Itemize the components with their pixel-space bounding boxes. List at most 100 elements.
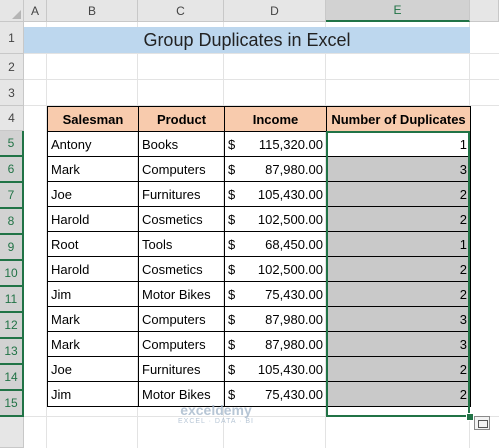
column-header-e[interactable]: E [326,0,470,22]
income-cell[interactable]: $75,430.00 [224,381,327,407]
table-row: Mark Computers $87,980.00 3 [47,156,471,182]
table-row: Root Tools $68,450.00 1 [47,231,471,257]
duplicates-cell[interactable]: 2 [326,281,471,307]
salesman-cell[interactable]: Mark [47,331,139,357]
product-cell[interactable]: Computers [138,331,225,357]
currency-symbol: $ [228,186,236,202]
row-header-3[interactable]: 3 [0,80,24,106]
salesman-cell[interactable]: Harold [47,256,139,282]
table-header-row: Salesman Product Income Number of Duplic… [47,106,471,132]
row-header-12[interactable]: 12 [0,313,24,339]
duplicates-cell[interactable]: 2 [326,206,471,232]
duplicates-cell[interactable]: 2 [326,381,471,407]
income-cell[interactable]: $87,980.00 [224,156,327,182]
duplicates-cell[interactable]: 1 [326,231,471,257]
income-amount: 102,500.00 [257,211,323,227]
salesman-cell[interactable]: Jim [47,381,139,407]
product-cell[interactable]: Tools [138,231,225,257]
income-cell[interactable]: $102,500.00 [224,256,327,282]
duplicates-cell[interactable]: 3 [326,306,471,332]
header-salesman[interactable]: Salesman [47,106,139,132]
header-product[interactable]: Product [138,106,225,132]
row-header-5[interactable]: 5 [0,131,24,157]
row-header-label: 12 [4,318,18,332]
row-header-blank[interactable] [0,417,24,448]
salesman-cell[interactable]: Joe [47,356,139,382]
quick-analysis-icon[interactable] [474,416,490,430]
data-table: Salesman Product Income Number of Duplic… [47,106,471,407]
currency-symbol: $ [228,386,236,402]
income-cell[interactable]: $87,980.00 [224,306,327,332]
header-income[interactable]: Income [224,106,327,132]
column-header-d[interactable]: D [224,0,326,22]
product-cell[interactable]: Books [138,131,225,157]
row-header-1[interactable]: 1 [0,22,24,54]
salesman-cell[interactable]: Jim [47,281,139,307]
income-cell[interactable]: $115,320.00 [224,131,327,157]
row-header-8[interactable]: 8 [0,209,24,235]
fill-handle[interactable] [466,413,474,421]
row-header-9[interactable]: 9 [0,235,24,261]
row-header-label: 10 [4,266,18,280]
product-cell[interactable]: Motor Bikes [138,281,225,307]
row-header-7[interactable]: 7 [0,183,24,209]
income-cell[interactable]: $87,980.00 [224,331,327,357]
product-cell[interactable]: Computers [138,156,225,182]
salesman-cell[interactable]: Joe [47,181,139,207]
salesman-cell[interactable]: Antony [47,131,139,157]
duplicates-cell[interactable]: 3 [326,331,471,357]
row-header-15[interactable]: 15 [0,391,24,417]
product-cell[interactable]: Cosmetics [138,256,225,282]
income-cell[interactable]: $75,430.00 [224,281,327,307]
gridline [24,79,499,80]
salesman-cell[interactable]: Mark [47,306,139,332]
duplicates-cell[interactable]: 1 [326,131,471,157]
salesman-cell[interactable]: Harold [47,206,139,232]
row-header-label: 8 [7,214,15,228]
income-amount: 105,430.00 [257,361,323,377]
row-header-6[interactable]: 6 [0,157,24,183]
product-cell[interactable]: Cosmetics [138,206,225,232]
row-header-14[interactable]: 14 [0,365,24,391]
column-header-a[interactable]: A [24,0,47,22]
column-header-c[interactable]: C [138,0,224,22]
column-header-label: D [270,3,279,18]
duplicates-cell[interactable]: 2 [326,356,471,382]
income-cell[interactable]: $105,430.00 [224,356,327,382]
row-header-13[interactable]: 13 [0,339,24,365]
gridline [24,416,499,417]
select-all-corner[interactable] [0,0,24,22]
income-cell[interactable]: $68,450.00 [224,231,327,257]
income-amount: 102,500.00 [257,261,323,277]
table-row: Antony Books $115,320.00 1 [47,131,471,157]
currency-symbol: $ [228,336,236,352]
row-header-label: 9 [7,240,15,254]
duplicates-cell[interactable]: 2 [326,256,471,282]
duplicates-cell[interactable]: 3 [326,156,471,182]
row-header-10[interactable]: 10 [0,261,24,287]
column-header-blank[interactable] [470,0,499,22]
gridline [24,53,499,54]
product-cell[interactable]: Furnitures [138,356,225,382]
income-amount: 87,980.00 [265,311,323,327]
product-cell[interactable]: Furnitures [138,181,225,207]
table-row: Jim Motor Bikes $75,430.00 2 [47,281,471,307]
product-cell[interactable]: Computers [138,306,225,332]
header-number-of-duplicates[interactable]: Number of Duplicates [326,106,471,132]
row-header-2[interactable]: 2 [0,54,24,80]
product-cell[interactable]: Motor Bikes [138,381,225,407]
column-header-b[interactable]: B [47,0,138,22]
currency-symbol: $ [228,311,236,327]
table-row: Harold Cosmetics $102,500.00 2 [47,206,471,232]
salesman-cell[interactable]: Root [47,231,139,257]
income-cell[interactable]: $102,500.00 [224,206,327,232]
salesman-cell[interactable]: Mark [47,156,139,182]
row-header-11[interactable]: 11 [0,287,24,313]
currency-symbol: $ [228,236,236,252]
row-header-label: 7 [7,188,15,202]
duplicates-cell[interactable]: 2 [326,181,471,207]
income-cell[interactable]: $105,430.00 [224,181,327,207]
income-amount: 75,430.00 [265,286,323,302]
row-header-4[interactable]: 4 [0,106,24,131]
row-header-label: 4 [8,111,15,125]
